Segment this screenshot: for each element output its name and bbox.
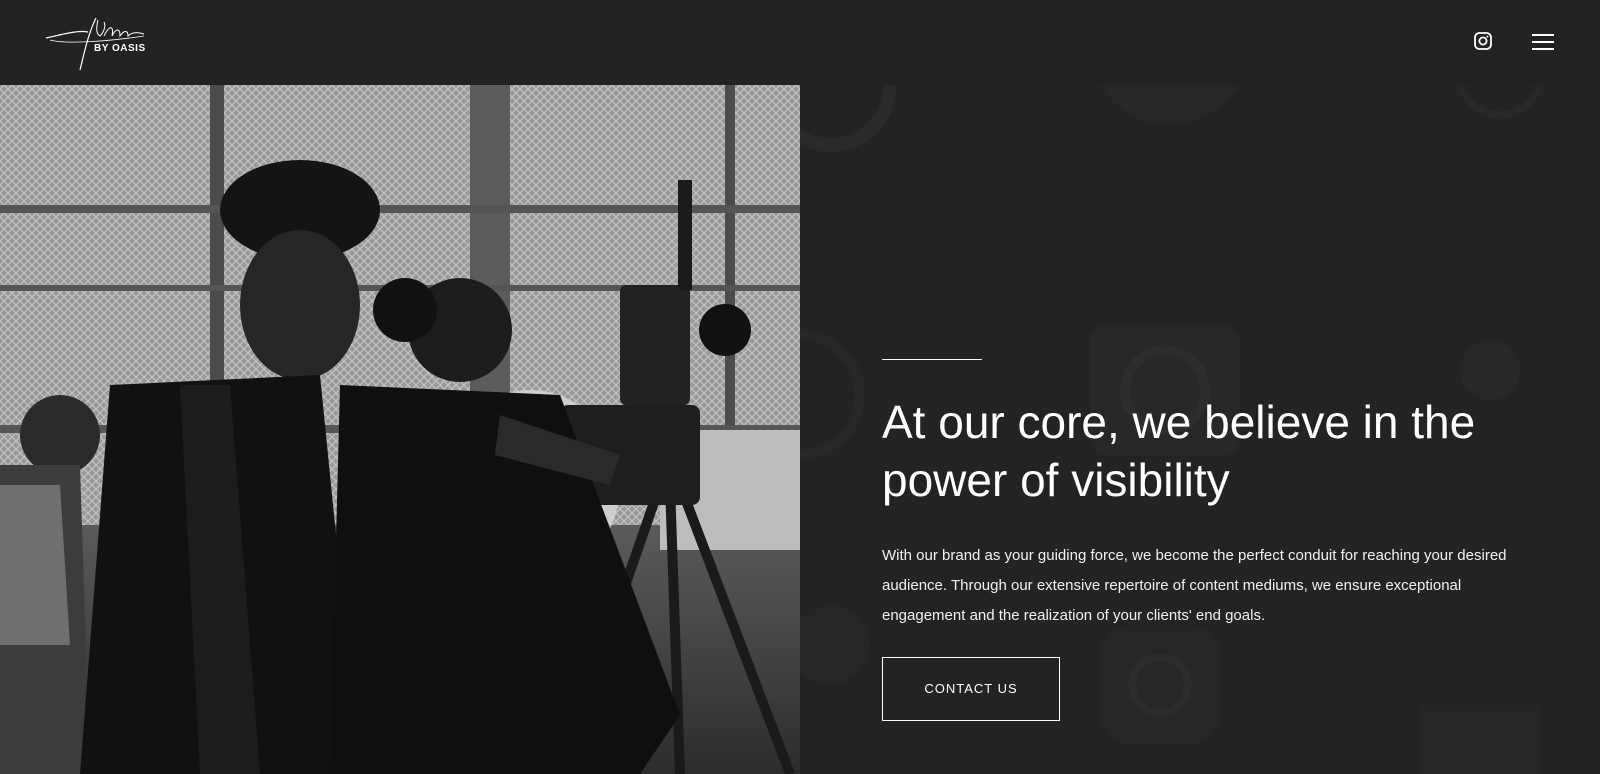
logo-tagline: BY OASIS <box>94 43 146 54</box>
hero-description: With our brand as your guiding force, we… <box>882 547 1507 624</box>
hero-headline: At our core, we believe in the power of … <box>882 396 1476 506</box>
hero-photo <box>0 85 800 774</box>
page: BY OASIS At our core, we believe in the … <box>0 0 1600 774</box>
hero-content: At our core, we believe in the power of … <box>882 359 1522 721</box>
brand-logo[interactable]: BY OASIS <box>44 14 154 72</box>
instagram-icon[interactable] <box>1474 32 1492 50</box>
site-header: BY OASIS <box>0 0 1600 85</box>
decorative-rule <box>882 359 982 360</box>
contact-us-button[interactable]: CONTACT US <box>882 657 1060 721</box>
hamburger-menu-icon[interactable] <box>1532 33 1554 51</box>
